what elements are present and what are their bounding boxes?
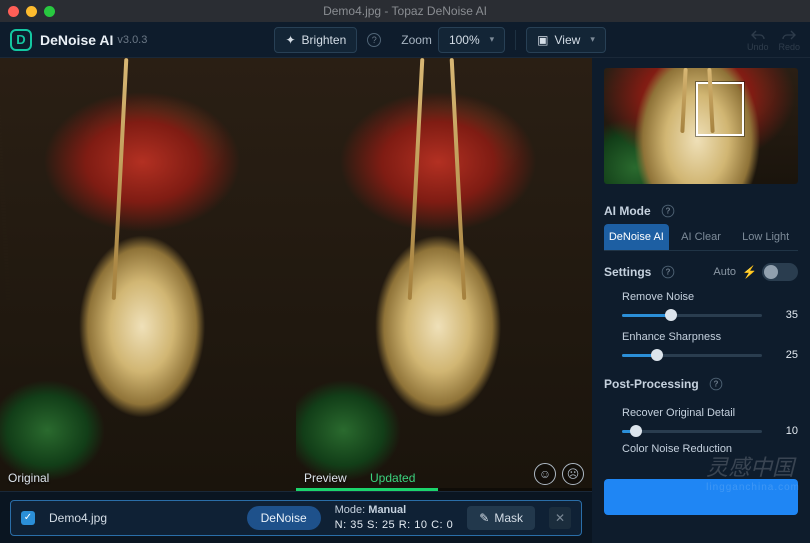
- remove-noise-slider[interactable]: [622, 314, 762, 317]
- split-view-icon: ▣: [537, 33, 548, 47]
- view-dropdown[interactable]: ▣ View: [526, 27, 606, 53]
- mask-button[interactable]: ✎ Mask: [467, 506, 535, 530]
- model-pill[interactable]: DeNoise: [247, 506, 321, 530]
- app-name: DeNoise AI: [40, 32, 113, 48]
- ai-mode-label: AI Mode: [604, 204, 651, 218]
- remove-file-button[interactable]: ✕: [549, 507, 571, 529]
- remove-noise-control: Remove Noise 35: [604, 291, 798, 321]
- feedback-happy-button[interactable]: ☺: [534, 463, 556, 485]
- post-processing-header: Post-Processing ?: [604, 377, 798, 391]
- undo-icon: [750, 28, 766, 42]
- ai-mode-header: AI Mode ?: [604, 204, 798, 218]
- file-name: Demo4.jpg: [49, 511, 233, 525]
- top-toolbar: D DeNoise AI v3.0.3 ✦ Brighten ? Zoom 10…: [0, 22, 810, 58]
- mode-label: Mode:: [335, 504, 366, 516]
- color-noise-label: Color Noise Reduction: [622, 443, 798, 455]
- enhance-sharpness-label: Enhance Sharpness: [622, 331, 798, 343]
- apply-button[interactable]: [604, 479, 798, 515]
- remove-noise-label: Remove Noise: [622, 291, 798, 303]
- enhance-sharpness-control: Enhance Sharpness 25: [604, 331, 798, 361]
- redo-button[interactable]: Redo: [778, 28, 800, 52]
- close-window-button[interactable]: [8, 6, 19, 17]
- mode-value: Manual: [368, 504, 406, 516]
- recover-detail-label: Recover Original Detail: [622, 407, 798, 419]
- tab-ai-clear[interactable]: AI Clear: [669, 224, 734, 250]
- remove-noise-value: 35: [772, 309, 798, 321]
- settings-label: Settings: [604, 265, 651, 279]
- recover-detail-slider[interactable]: [622, 430, 762, 433]
- history-controls: Undo Redo: [747, 28, 800, 52]
- settings-help-icon[interactable]: ?: [662, 266, 675, 279]
- right-panel: AI Mode ? DeNoise AI AI Clear Low Light …: [592, 58, 810, 543]
- processing-progress: [296, 488, 592, 491]
- compare-view[interactable]: Original Preview Updated ☺ ☹: [0, 58, 592, 491]
- zoom-dropdown[interactable]: 100%: [438, 27, 505, 53]
- maximize-window-button[interactable]: [44, 6, 55, 17]
- ai-mode-tabs: DeNoise AI AI Clear Low Light: [604, 224, 798, 251]
- auto-label: Auto: [713, 266, 736, 278]
- zoom-label: Zoom: [401, 33, 432, 47]
- brighten-help-icon[interactable]: ?: [367, 33, 381, 47]
- minimize-window-button[interactable]: [26, 6, 37, 17]
- original-label: Original: [8, 471, 49, 485]
- bolt-icon: ⚡: [742, 265, 757, 279]
- sparkle-icon: ✦: [285, 33, 295, 47]
- macos-titlebar: Demo4.jpg - Topaz DeNoise AI: [0, 0, 810, 22]
- view-label: View: [555, 33, 581, 47]
- tab-low-light[interactable]: Low Light: [733, 224, 798, 250]
- brush-icon: ✎: [479, 511, 489, 525]
- recover-detail-control: Recover Original Detail 10: [604, 407, 798, 437]
- navigator-viewport[interactable]: [696, 82, 744, 136]
- preview-image: [296, 58, 592, 491]
- mask-label: Mask: [494, 511, 523, 525]
- app-logo-icon: D: [10, 29, 32, 51]
- undo-button[interactable]: Undo: [747, 28, 769, 52]
- preview-label: Preview: [304, 471, 347, 485]
- mode-info: Mode: Manual N: 35 S: 25 R: 10 C: 0: [335, 503, 454, 533]
- file-checkbox[interactable]: ✓: [21, 511, 35, 525]
- auto-toggle[interactable]: [762, 263, 798, 281]
- feedback-sad-button[interactable]: ☹: [562, 463, 584, 485]
- redo-icon: [781, 28, 797, 42]
- updated-badge: Updated: [370, 471, 415, 485]
- param-summary: N: 35 S: 25 R: 10 C: 0: [335, 518, 454, 533]
- undo-label: Undo: [747, 42, 769, 52]
- tab-denoise-ai[interactable]: DeNoise AI: [604, 224, 669, 250]
- navigator-thumbnail[interactable]: [604, 68, 798, 184]
- toolbar-divider: [515, 30, 516, 50]
- image-viewer: Original Preview Updated ☺ ☹ ✓ Demo4.jpg…: [0, 58, 592, 543]
- preview-pane: Preview Updated ☺ ☹: [296, 58, 592, 491]
- enhance-sharpness-slider[interactable]: [622, 354, 762, 357]
- original-image: [0, 58, 296, 491]
- post-processing-label: Post-Processing: [604, 377, 699, 391]
- window-controls: [8, 6, 55, 17]
- settings-header: Settings ?: [604, 265, 675, 279]
- app-version: v3.0.3: [117, 34, 147, 46]
- original-pane: Original: [0, 58, 296, 491]
- brighten-button[interactable]: ✦ Brighten: [274, 27, 357, 53]
- brighten-label: Brighten: [302, 33, 347, 47]
- zoom-value: 100%: [449, 33, 480, 47]
- window-title: Demo4.jpg - Topaz DeNoise AI: [323, 4, 487, 18]
- enhance-sharpness-value: 25: [772, 349, 798, 361]
- file-strip: ✓ Demo4.jpg DeNoise Mode: Manual N: 35 S…: [0, 491, 592, 543]
- color-noise-control: Color Noise Reduction: [604, 443, 798, 461]
- recover-detail-value: 10: [772, 425, 798, 437]
- post-processing-help-icon[interactable]: ?: [709, 378, 722, 391]
- file-card[interactable]: ✓ Demo4.jpg DeNoise Mode: Manual N: 35 S…: [10, 500, 582, 536]
- ai-mode-help-icon[interactable]: ?: [661, 205, 674, 218]
- redo-label: Redo: [778, 42, 800, 52]
